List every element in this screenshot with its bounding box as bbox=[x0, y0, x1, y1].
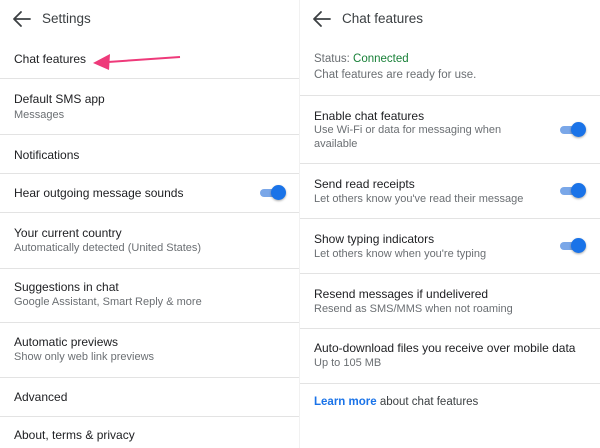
learn-more-line: Learn more about chat features bbox=[314, 396, 478, 410]
item-label: Show typing indicators bbox=[314, 232, 435, 246]
chat-features-panel: Chat features Status: Connected Chat fea… bbox=[300, 0, 600, 448]
item-sublabel: Google Assistant, Smart Reply & more bbox=[14, 296, 202, 308]
settings-item-notifications[interactable]: Notifications bbox=[0, 134, 300, 173]
learn-more-section: Learn more about chat features bbox=[300, 383, 600, 448]
item-label: Suggestions in chat bbox=[14, 280, 119, 294]
item-sublabel: Automatically detected (United States) bbox=[14, 242, 202, 254]
item-label: Auto-download files you receive over mob… bbox=[314, 341, 576, 355]
item-sublabel: Messages bbox=[14, 109, 65, 121]
settings-item-default-sms-app[interactable]: Default SMS app Messages bbox=[0, 78, 300, 134]
chat-item-read-receipts[interactable]: Send read receipts Let others know you'v… bbox=[300, 163, 600, 218]
read-receipts-toggle[interactable] bbox=[558, 183, 586, 198]
toggle-knob bbox=[571, 183, 586, 198]
item-sublabel: Up to 105 MB bbox=[314, 357, 382, 369]
back-arrow-icon[interactable] bbox=[312, 10, 332, 28]
item-sublabel: Let others know you've read their messag… bbox=[314, 193, 524, 205]
item-label: About, terms & privacy bbox=[14, 428, 135, 442]
enable-chat-toggle[interactable] bbox=[558, 122, 586, 137]
item-label: Hear outgoing message sounds bbox=[14, 186, 184, 200]
settings-item-automatic-previews[interactable]: Automatic previews Show only web link pr… bbox=[0, 322, 300, 377]
chat-item-enable-chat[interactable]: Enable chat features Use Wi-Fi or data f… bbox=[300, 95, 600, 163]
item-label: Advanced bbox=[14, 390, 68, 404]
status-description: Chat features are ready for use. bbox=[314, 69, 477, 81]
settings-app-bar: Settings bbox=[0, 0, 300, 38]
settings-item-current-country[interactable]: Your current country Automatically detec… bbox=[0, 212, 300, 268]
settings-item-advanced[interactable]: Advanced bbox=[0, 377, 300, 416]
back-arrow-icon[interactable] bbox=[12, 10, 32, 28]
learn-more-link[interactable]: Learn more bbox=[314, 396, 377, 408]
settings-item-about[interactable]: About, terms & privacy bbox=[0, 416, 300, 448]
page-title: Settings bbox=[42, 11, 91, 26]
item-label: Resend messages if undelivered bbox=[314, 287, 489, 301]
item-label: Automatic previews bbox=[14, 335, 119, 349]
settings-item-suggestions[interactable]: Suggestions in chat Google Assistant, Sm… bbox=[0, 268, 300, 322]
toggle-knob bbox=[271, 185, 286, 200]
learn-more-text: about chat features bbox=[376, 396, 479, 408]
item-sublabel: Show only web link previews bbox=[14, 351, 155, 363]
item-label: Enable chat features bbox=[314, 109, 425, 123]
typing-indicators-toggle[interactable] bbox=[558, 238, 586, 253]
outgoing-sounds-toggle[interactable] bbox=[258, 185, 286, 200]
pointer-arrow-annotation bbox=[93, 54, 181, 70]
settings-panel: Settings Chat features Default SMS app M… bbox=[0, 0, 300, 448]
status-label: Status: bbox=[314, 53, 350, 65]
item-label: Default SMS app bbox=[14, 92, 105, 106]
item-label: Chat features bbox=[14, 52, 87, 66]
item-sublabel: Resend as SMS/MMS when not roaming bbox=[314, 303, 513, 315]
chat-item-typing-indicators[interactable]: Show typing indicators Let others know w… bbox=[300, 218, 600, 273]
chat-features-app-bar: Chat features bbox=[300, 0, 600, 38]
item-label: Your current country bbox=[14, 226, 122, 240]
item-label: Notifications bbox=[14, 148, 80, 162]
chat-item-resend-messages[interactable]: Resend messages if undelivered Resend as… bbox=[300, 273, 600, 328]
settings-item-outgoing-sounds[interactable]: Hear outgoing message sounds bbox=[0, 173, 300, 212]
toggle-knob bbox=[571, 122, 586, 137]
status-line: Status: Connected bbox=[314, 53, 409, 67]
status-value: Connected bbox=[353, 53, 409, 65]
toggle-knob bbox=[571, 238, 586, 253]
status-section: Status: Connected Chat features are read… bbox=[300, 38, 600, 95]
item-label: Send read receipts bbox=[314, 177, 415, 191]
chat-item-auto-download[interactable]: Auto-download files you receive over mob… bbox=[300, 328, 600, 383]
item-sublabel: Let others know when you're typing bbox=[314, 248, 487, 260]
screen: Settings Chat features Default SMS app M… bbox=[0, 0, 600, 448]
page-title: Chat features bbox=[342, 11, 424, 26]
item-sublabel: Use Wi-Fi or data for messaging when ava… bbox=[314, 124, 502, 150]
